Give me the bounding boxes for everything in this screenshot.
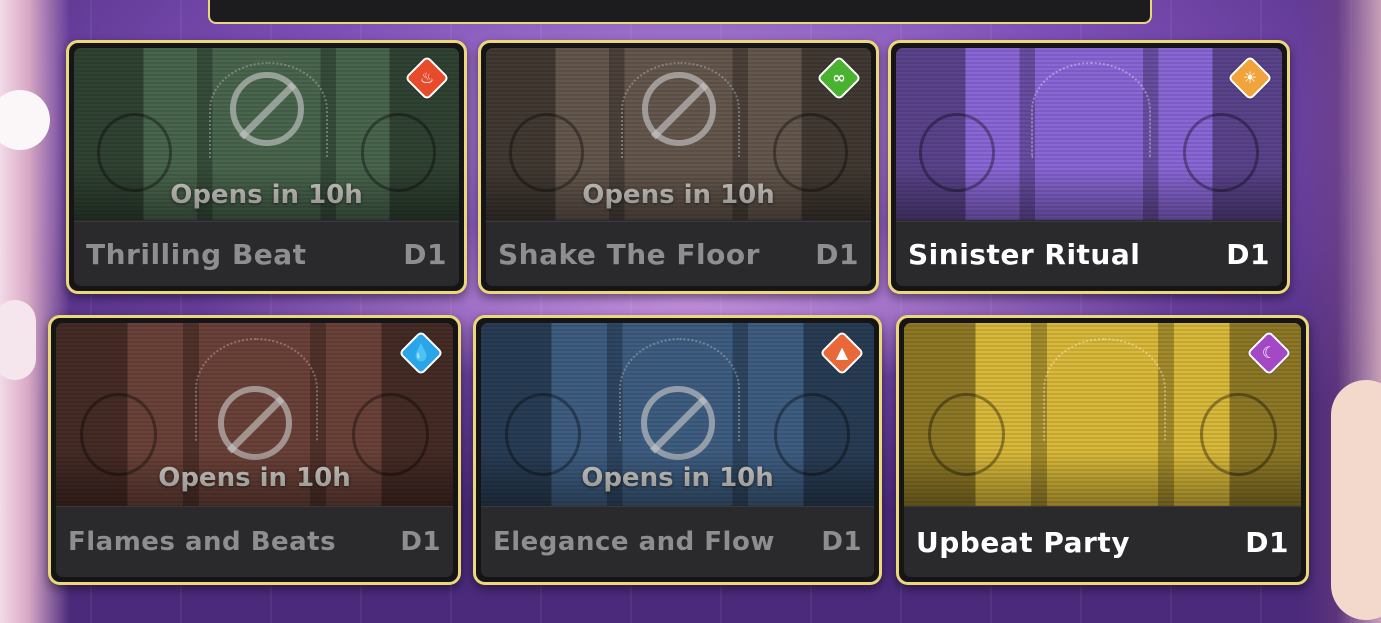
card-footer: Flames and Beats D1 xyxy=(56,506,453,577)
stage-title: Thrilling Beat xyxy=(86,237,307,271)
stage-title: Flames and Beats xyxy=(68,527,337,557)
stage-title: Shake The Floor xyxy=(498,237,760,271)
card-footer: Elegance and Flow D1 xyxy=(481,506,874,577)
locked-icon xyxy=(640,385,715,460)
open-timer: Opens in 10h xyxy=(158,463,351,493)
stage-card-shake-the-floor[interactable]: Opens in 10h Shake The Floor D1 ∞ xyxy=(478,40,879,294)
locked-icon xyxy=(641,72,716,147)
difficulty-label: D1 xyxy=(403,237,447,271)
stage-card-upbeat-party[interactable]: Upbeat Party D1 ☾ xyxy=(896,315,1309,585)
character-art-right xyxy=(1301,0,1381,623)
stage-card-sinister-ritual[interactable]: Sinister Ritual D1 ☀ xyxy=(888,40,1290,294)
open-timer: Opens in 10h xyxy=(170,180,363,210)
top-panel xyxy=(208,0,1152,24)
stage-preview xyxy=(904,323,1301,507)
card-footer: Upbeat Party D1 xyxy=(904,506,1301,577)
stage-card-elegance-and-flow[interactable]: Opens in 10h Elegance and Flow D1 ▲ xyxy=(473,315,882,585)
difficulty-label: D1 xyxy=(821,527,862,557)
stage-card-thrilling-beat[interactable]: Opens in 10h Thrilling Beat D1 ♨ xyxy=(66,40,467,294)
difficulty-label: D1 xyxy=(815,237,859,271)
locked-icon xyxy=(217,385,292,460)
stage-title: Elegance and Flow xyxy=(493,527,775,557)
card-footer: Sinister Ritual D1 xyxy=(896,221,1282,286)
locked-icon xyxy=(229,72,304,147)
stage-title: Sinister Ritual xyxy=(908,237,1141,271)
difficulty-label: D1 xyxy=(1245,525,1289,559)
difficulty-label: D1 xyxy=(1226,237,1270,271)
stage-preview: Opens in 10h xyxy=(56,323,453,507)
difficulty-label: D1 xyxy=(400,527,441,557)
stage-card-flames-and-beats[interactable]: Opens in 10h Flames and Beats D1 💧 xyxy=(48,315,461,585)
open-timer: Opens in 10h xyxy=(581,463,774,493)
stage-preview: Opens in 10h xyxy=(74,48,459,220)
stage-preview: Opens in 10h xyxy=(481,323,874,507)
stage-preview xyxy=(896,48,1282,220)
card-footer: Thrilling Beat D1 xyxy=(74,221,459,286)
stage-title: Upbeat Party xyxy=(916,525,1130,559)
open-timer: Opens in 10h xyxy=(582,180,775,210)
stage-preview: Opens in 10h xyxy=(486,48,871,220)
card-footer: Shake The Floor D1 xyxy=(486,221,871,286)
